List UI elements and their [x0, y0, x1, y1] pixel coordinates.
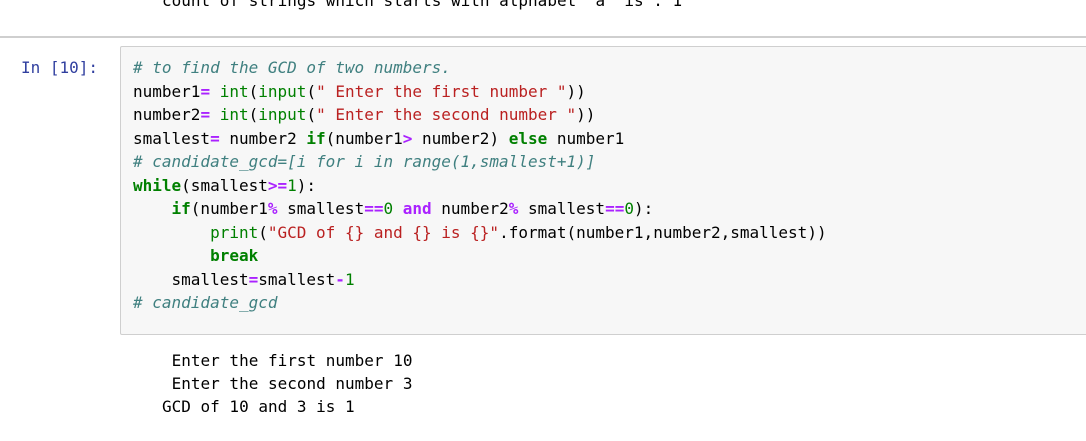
code-line: # to find the GCD of two numbers. — [133, 56, 827, 80]
code-token: (smallest — [181, 175, 268, 195]
code-token: number2) — [412, 128, 509, 148]
code-token: (number1 — [325, 128, 403, 148]
code-token: = — [248, 269, 259, 289]
code-token: = — [200, 105, 211, 124]
code-token: smallest — [133, 128, 211, 148]
code-token: - — [335, 269, 345, 289]
code-token: ): — [633, 199, 654, 218]
code-token: ( — [306, 105, 317, 124]
code-token: break — [210, 246, 259, 265]
code-token: " Enter the second number " — [316, 105, 577, 124]
code-token: print — [210, 222, 259, 242]
code-token: ( — [248, 105, 259, 124]
code-token: number2 — [431, 199, 509, 218]
code-token: % — [508, 199, 519, 218]
code-token: number2 — [133, 105, 201, 124]
code-token: )) — [576, 105, 596, 124]
code-token: "GCD of {} and {} is {}" — [267, 222, 500, 242]
code-token: # candidate_gcd=[i for i in range(1,smal… — [133, 152, 596, 171]
code-token: 0 — [624, 199, 634, 218]
output-line: GCD of 10 and 3 is 1 — [162, 397, 355, 416]
code-token: )) — [566, 81, 586, 101]
code-token: 1 — [344, 269, 355, 289]
code-token: .format(number1,number2,smallest)) — [499, 222, 827, 242]
code-token: smallest — [277, 199, 365, 218]
output-line: Enter the first number 10 — [162, 351, 413, 370]
code-line: smallest= number2 if(number1> number2) e… — [133, 127, 827, 151]
code-line: number2= int(input(" Enter the second nu… — [133, 103, 827, 127]
code-token: while — [133, 175, 182, 195]
previous-cell-output: count of strings which starts with alpha… — [162, 0, 683, 10]
input-prompt: In [10]: — [21, 58, 99, 77]
code-token: # to find the GCD of two numbers. — [133, 58, 451, 77]
code-token: number2 — [219, 128, 307, 148]
cell-divider — [0, 36, 1086, 38]
code-token: ( — [258, 222, 268, 242]
code-line: break — [133, 244, 827, 268]
cell-output: Enter the first number 10 Enter the seco… — [162, 349, 412, 418]
code-token: smallest — [258, 269, 336, 289]
code-token: if — [306, 128, 326, 148]
code-line: number1= int(input(" Enter the first num… — [133, 80, 827, 104]
code-line: smallest=smallest-1 — [133, 268, 827, 292]
code-token: smallest — [133, 269, 249, 289]
code-line: if(number1% smallest==0 and number2% sma… — [133, 197, 827, 221]
code-line: while(smallest>=1): — [133, 174, 827, 198]
code-token: > — [402, 128, 413, 148]
code-line: # candidate_gcd — [133, 291, 827, 315]
code-token: ( — [306, 81, 317, 101]
code-line: # candidate_gcd=[i for i in range(1,smal… — [133, 150, 827, 174]
code-token: ( — [248, 81, 259, 101]
code-token: int — [219, 105, 249, 124]
code-token: >= — [267, 175, 288, 195]
code-token: else — [508, 128, 548, 148]
code-token: (number1 — [190, 199, 268, 218]
code-token: == — [364, 199, 384, 218]
output-line: Enter the second number 3 — [162, 374, 413, 393]
code-token: number1 — [547, 128, 625, 148]
code-token: == — [605, 199, 625, 218]
code-token: int — [219, 81, 249, 101]
code-token: input — [258, 81, 307, 101]
code-token: input — [258, 105, 307, 124]
code-token: and — [402, 199, 432, 218]
code-token: ): — [296, 175, 317, 195]
code-block[interactable]: # to find the GCD of two numbers. number1… — [133, 56, 827, 315]
code-token: = — [200, 81, 211, 101]
code-token: % — [267, 199, 278, 218]
code-token: = — [210, 128, 220, 148]
code-token: smallest — [518, 199, 606, 218]
code-line: print("GCD of {} and {} is {}".format(nu… — [133, 221, 827, 245]
code-token: 0 — [383, 199, 394, 218]
code-token: " Enter the first number " — [316, 81, 567, 101]
code-token: 1 — [287, 175, 297, 195]
code-token: number1 — [133, 81, 201, 101]
code-token: # candidate_gcd — [133, 293, 278, 312]
code-token: if — [171, 199, 191, 218]
